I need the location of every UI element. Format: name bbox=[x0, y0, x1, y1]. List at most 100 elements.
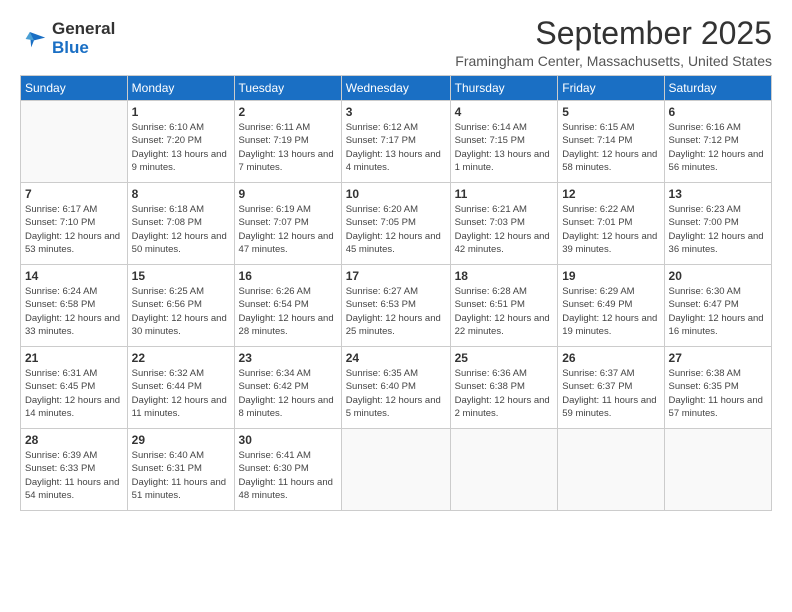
day-number: 20 bbox=[669, 269, 767, 283]
calendar-cell: 26Sunrise: 6:37 AMSunset: 6:37 PMDayligh… bbox=[558, 347, 664, 429]
calendar-cell: 4 Sunrise: 6:14 AMSunset: 7:15 PMDaylight… bbox=[450, 101, 558, 183]
day-number: 26 bbox=[562, 351, 659, 365]
day-info: Sunrise: 6:28 AMSunset: 6:51 PMDaylight:… bbox=[455, 285, 554, 338]
day-number: 6 bbox=[669, 105, 767, 119]
calendar-cell: 1 Sunrise: 6:10 AMSunset: 7:20 PMDaylight… bbox=[127, 101, 234, 183]
day-info: Sunrise: 6:20 AMSunset: 7:05 PMDaylight:… bbox=[346, 203, 446, 256]
calendar-cell: 15Sunrise: 6:25 AMSunset: 6:56 PMDayligh… bbox=[127, 265, 234, 347]
day-number: 30 bbox=[239, 433, 337, 447]
day-info: Sunrise: 6:14 AMSunset: 7:15 PMDaylight:… bbox=[455, 121, 554, 174]
day-info: Sunrise: 6:12 AMSunset: 7:17 PMDaylight:… bbox=[346, 121, 446, 174]
day-info: Sunrise: 6:40 AMSunset: 6:31 PMDaylight:… bbox=[132, 449, 230, 502]
calendar-cell: 11 Sunrise: 6:21 AMSunset: 7:03 PMDayligh… bbox=[450, 183, 558, 265]
day-number: 9 bbox=[239, 187, 337, 201]
calendar-cell: 21 Sunrise: 6:31 AMSunset: 6:45 PMDayligh… bbox=[21, 347, 128, 429]
day-info: Sunrise: 6:24 AMSunset: 6:58 PMDaylight:… bbox=[25, 285, 123, 338]
calendar-cell: 13 Sunrise: 6:23 AMSunset: 7:00 PMDayligh… bbox=[664, 183, 771, 265]
calendar-cell bbox=[664, 429, 771, 511]
day-info: Sunrise: 6:21 AMSunset: 7:03 PMDaylight:… bbox=[455, 203, 554, 256]
calendar-cell: 23 Sunrise: 6:34 AMSunset: 6:42 PMDayligh… bbox=[234, 347, 341, 429]
calendar-page: General Blue September 2025 Framingham C… bbox=[0, 0, 792, 612]
day-number: 4 bbox=[455, 105, 554, 119]
day-number: 2 bbox=[239, 105, 337, 119]
day-number: 19 bbox=[562, 269, 659, 283]
day-info: Sunrise: 6:27 AMSunset: 6:53 PMDaylight:… bbox=[346, 285, 446, 338]
calendar-cell: 19 Sunrise: 6:29 AMSunset: 6:49 PMDayligh… bbox=[558, 265, 664, 347]
weekday-header-thursday: Thursday bbox=[450, 76, 558, 101]
calendar-cell bbox=[450, 429, 558, 511]
day-number: 10 bbox=[346, 187, 446, 201]
day-info: Sunrise: 6:17 AMSunset: 7:10 PMDaylight:… bbox=[25, 203, 123, 256]
day-info: Sunrise: 6:39 AMSunset: 6:33 PMDaylight:… bbox=[25, 449, 123, 502]
day-number: 1 bbox=[132, 105, 230, 119]
day-info: Sunrise: 6:22 AMSunset: 7:01 PMDaylight:… bbox=[562, 203, 659, 256]
calendar-cell: 8 Sunrise: 6:18 AMSunset: 7:08 PMDaylight… bbox=[127, 183, 234, 265]
day-info: Sunrise: 6:16 AMSunset: 7:12 PMDaylight:… bbox=[669, 121, 767, 174]
day-info: Sunrise: 6:10 AMSunset: 7:20 PMDaylight:… bbox=[132, 121, 230, 174]
calendar-cell: 14Sunrise: 6:24 AMSunset: 6:58 PMDayligh… bbox=[21, 265, 128, 347]
day-number: 13 bbox=[669, 187, 767, 201]
weekday-header-tuesday: Tuesday bbox=[234, 76, 341, 101]
day-info: Sunrise: 6:38 AMSunset: 6:35 PMDaylight:… bbox=[669, 367, 767, 420]
weekday-header-friday: Friday bbox=[558, 76, 664, 101]
calendar-cell: 2 Sunrise: 6:11 AMSunset: 7:19 PMDaylight… bbox=[234, 101, 341, 183]
weekday-header-wednesday: Wednesday bbox=[341, 76, 450, 101]
calendar-cell: 18Sunrise: 6:28 AMSunset: 6:51 PMDayligh… bbox=[450, 265, 558, 347]
calendar-cell bbox=[558, 429, 664, 511]
calendar-cell: 30Sunrise: 6:41 AMSunset: 6:30 PMDayligh… bbox=[234, 429, 341, 511]
day-number: 28 bbox=[25, 433, 123, 447]
weekday-header-saturday: Saturday bbox=[664, 76, 771, 101]
title-area: September 2025 Framingham Center, Massac… bbox=[455, 16, 772, 69]
calendar-table: SundayMondayTuesdayWednesdayThursdayFrid… bbox=[20, 75, 772, 511]
logo-text: General Blue bbox=[52, 20, 115, 57]
day-number: 27 bbox=[669, 351, 767, 365]
day-info: Sunrise: 6:18 AMSunset: 7:08 PMDaylight:… bbox=[132, 203, 230, 256]
calendar-cell: 29 Sunrise: 6:40 AMSunset: 6:31 PMDayligh… bbox=[127, 429, 234, 511]
day-info: Sunrise: 6:29 AMSunset: 6:49 PMDaylight:… bbox=[562, 285, 659, 338]
calendar-cell: 9 Sunrise: 6:19 AMSunset: 7:07 PMDaylight… bbox=[234, 183, 341, 265]
day-info: Sunrise: 6:34 AMSunset: 6:42 PMDaylight:… bbox=[239, 367, 337, 420]
weekday-header-monday: Monday bbox=[127, 76, 234, 101]
day-info: Sunrise: 6:30 AMSunset: 6:47 PMDaylight:… bbox=[669, 285, 767, 338]
day-info: Sunrise: 6:31 AMSunset: 6:45 PMDaylight:… bbox=[25, 367, 123, 420]
day-number: 7 bbox=[25, 187, 123, 201]
calendar-cell: 5 Sunrise: 6:15 AMSunset: 7:14 PMDaylight… bbox=[558, 101, 664, 183]
day-info: Sunrise: 6:26 AMSunset: 6:54 PMDaylight:… bbox=[239, 285, 337, 338]
calendar-cell: 20 Sunrise: 6:30 AMSunset: 6:47 PMDayligh… bbox=[664, 265, 771, 347]
weekday-header-sunday: Sunday bbox=[21, 76, 128, 101]
header: General Blue September 2025 Framingham C… bbox=[20, 16, 772, 69]
location-title: Framingham Center, Massachusetts, United… bbox=[455, 53, 772, 69]
calendar-cell: 24 Sunrise: 6:35 AMSunset: 6:40 PMDayligh… bbox=[341, 347, 450, 429]
day-number: 22 bbox=[132, 351, 230, 365]
day-number: 29 bbox=[132, 433, 230, 447]
calendar-cell: 7 Sunrise: 6:17 AMSunset: 7:10 PMDaylight… bbox=[21, 183, 128, 265]
day-info: Sunrise: 6:23 AMSunset: 7:00 PMDaylight:… bbox=[669, 203, 767, 256]
day-number: 15 bbox=[132, 269, 230, 283]
day-number: 24 bbox=[346, 351, 446, 365]
day-number: 5 bbox=[562, 105, 659, 119]
calendar-cell: 22 Sunrise: 6:32 AMSunset: 6:44 PMDayligh… bbox=[127, 347, 234, 429]
day-number: 16 bbox=[239, 269, 337, 283]
day-number: 23 bbox=[239, 351, 337, 365]
calendar-cell: 25 Sunrise: 6:36 AMSunset: 6:38 PMDayligh… bbox=[450, 347, 558, 429]
day-number: 25 bbox=[455, 351, 554, 365]
day-info: Sunrise: 6:36 AMSunset: 6:38 PMDaylight:… bbox=[455, 367, 554, 420]
month-title: September 2025 bbox=[455, 16, 772, 51]
day-number: 21 bbox=[25, 351, 123, 365]
logo: General Blue bbox=[20, 20, 115, 57]
calendar-cell: 6 Sunrise: 6:16 AMSunset: 7:12 PMDaylight… bbox=[664, 101, 771, 183]
calendar-cell bbox=[341, 429, 450, 511]
calendar-cell: 28 Sunrise: 6:39 AMSunset: 6:33 PMDayligh… bbox=[21, 429, 128, 511]
calendar-cell: 12Sunrise: 6:22 AMSunset: 7:01 PMDayligh… bbox=[558, 183, 664, 265]
day-info: Sunrise: 6:35 AMSunset: 6:40 PMDaylight:… bbox=[346, 367, 446, 420]
day-info: Sunrise: 6:19 AMSunset: 7:07 PMDaylight:… bbox=[239, 203, 337, 256]
day-number: 8 bbox=[132, 187, 230, 201]
day-info: Sunrise: 6:32 AMSunset: 6:44 PMDaylight:… bbox=[132, 367, 230, 420]
day-number: 17 bbox=[346, 269, 446, 283]
calendar-cell bbox=[21, 101, 128, 183]
day-info: Sunrise: 6:11 AMSunset: 7:19 PMDaylight:… bbox=[239, 121, 337, 174]
day-info: Sunrise: 6:15 AMSunset: 7:14 PMDaylight:… bbox=[562, 121, 659, 174]
calendar-cell: 27 Sunrise: 6:38 AMSunset: 6:35 PMDayligh… bbox=[664, 347, 771, 429]
day-number: 3 bbox=[346, 105, 446, 119]
day-number: 11 bbox=[455, 187, 554, 201]
